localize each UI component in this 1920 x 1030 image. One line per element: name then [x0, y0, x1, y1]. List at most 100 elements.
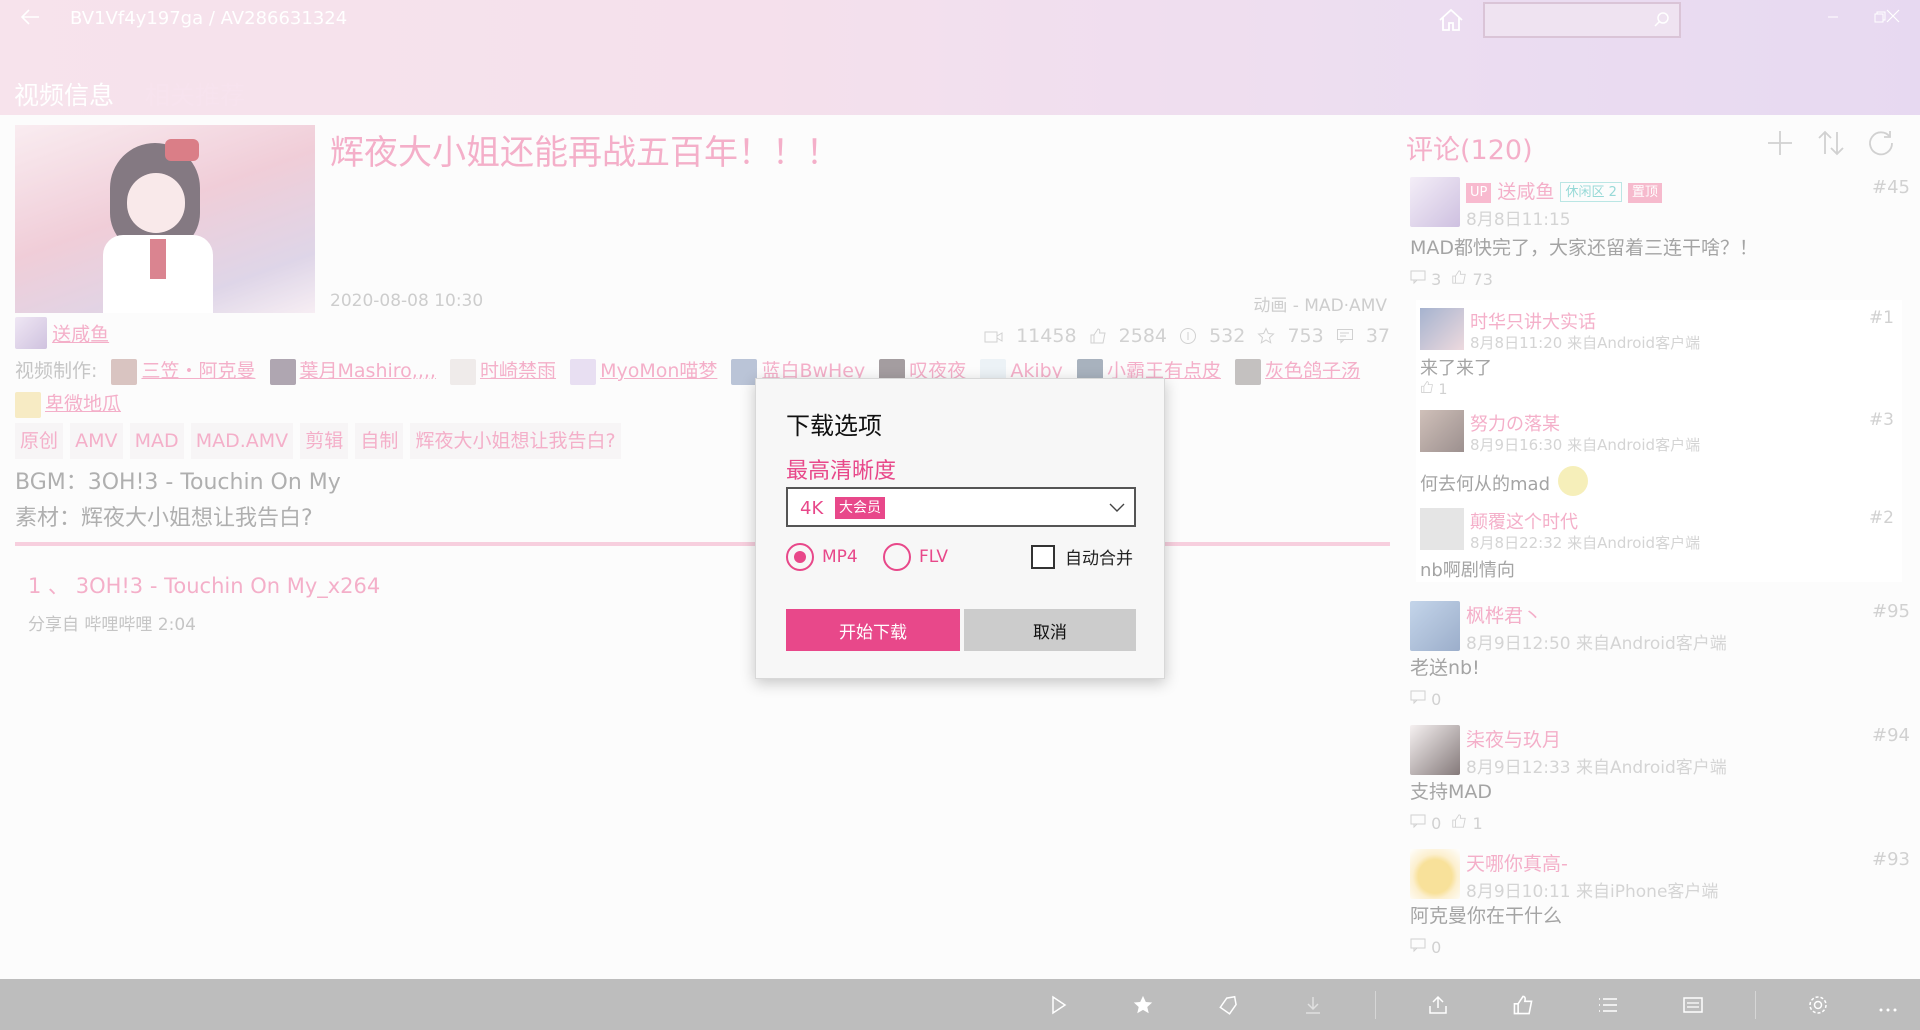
part-title[interactable]: 1 、 3OH!3 - Touchin On My_x264 — [28, 570, 380, 600]
home-button[interactable] — [1436, 6, 1468, 36]
video-category[interactable]: 动画 - MAD·AMV — [1253, 291, 1387, 316]
minimize-button[interactable] — [1810, 4, 1856, 34]
reply-list: 时华只讲大实话 8月8日11:20 来自Android客户端 #1 来了来了 1… — [1416, 300, 1902, 582]
uploader-name[interactable]: 送咸鱼 — [52, 324, 109, 346]
staff-avatar — [731, 358, 758, 385]
tag-chip[interactable]: AMV — [70, 423, 123, 459]
staff-name[interactable]: 时崎禁雨 — [480, 360, 556, 382]
up-badge: UP — [1466, 183, 1492, 203]
settings-button[interactable] — [1800, 987, 1836, 1023]
reply-avatar[interactable] — [1420, 410, 1464, 452]
checkbox-box[interactable] — [1031, 544, 1055, 569]
favorite-button[interactable] — [1125, 987, 1161, 1023]
thumb-up-icon[interactable] — [1451, 813, 1467, 829]
comment-avatar[interactable] — [1410, 601, 1460, 651]
comment-item[interactable]: 天哪你真高- 8月9日10:11 来自iPhone客户端 #93 阿克曼你在干什… — [1410, 849, 1910, 959]
cancel-button[interactable]: 取消 — [964, 609, 1136, 651]
reply-item[interactable]: 时华只讲大实话 8月8日11:20 来自Android客户端 #1 来了来了 1 — [1420, 308, 1898, 398]
comment-avatar[interactable] — [1410, 725, 1460, 775]
quality-dropdown[interactable]: 4K 大会员 — [786, 487, 1136, 527]
reply-item[interactable]: 努力の落某 8月9日16:30 来自Android客户端 #3 何去何从的mad — [1420, 410, 1898, 496]
staff-item[interactable]: 葉月Mashiro,,,, — [269, 355, 436, 388]
radio-label: FLV — [919, 547, 949, 567]
comment-item[interactable]: UP 送咸鱼 休闲区 2 置顶 8月8日11:15 #45 MAD都快完了，大家… — [1410, 177, 1910, 302]
sort-comments-button[interactable] — [1816, 128, 1850, 162]
reply-icon[interactable] — [1410, 689, 1426, 705]
staff-item[interactable]: MyoMon喵梦 — [570, 355, 717, 388]
comment-author[interactable]: 枫桦君丶 — [1466, 601, 1542, 628]
radio-button-unchecked[interactable] — [883, 543, 911, 571]
reply-author[interactable]: 时华只讲大实话 — [1470, 308, 1596, 334]
reply-icon[interactable] — [1410, 813, 1426, 829]
like-button[interactable] — [1505, 987, 1541, 1023]
reply-avatar[interactable] — [1420, 508, 1464, 550]
download-button[interactable] — [1295, 987, 1331, 1023]
comment-item[interactable]: 柒夜与玖月 8月9日12:33 来自Android客户端 #94 支持MAD 0… — [1410, 725, 1910, 835]
comment-time: 8月9日12:33 来自Android客户端 — [1466, 758, 1727, 778]
staff-item[interactable]: 时崎禁雨 — [450, 355, 556, 388]
format-radio-flv[interactable]: FLV — [883, 542, 948, 572]
comment-author[interactable]: 天哪你真高- — [1466, 849, 1568, 876]
reply-avatar[interactable] — [1420, 308, 1464, 350]
close-icon — [1886, 9, 1900, 23]
tag-chip[interactable]: 原创 — [15, 423, 64, 459]
comment-time: 8月8日11:15 — [1466, 210, 1571, 230]
thumb-up-icon[interactable] — [1451, 269, 1467, 285]
tag-chip[interactable]: 辉夜大小姐想让我告白? — [410, 423, 621, 459]
tag-chip[interactable]: MAD.AMV — [190, 423, 294, 459]
radio-button-checked[interactable] — [786, 543, 814, 571]
staff-item[interactable]: 灰色鸽子汤 — [1235, 355, 1360, 388]
reply-icon[interactable] — [1410, 269, 1426, 285]
staff-name[interactable]: 灰色鸽子汤 — [1265, 360, 1360, 382]
comment-time: 8月9日12:50 来自Android客户端 — [1466, 634, 1727, 654]
subtitle-button[interactable] — [1675, 987, 1711, 1023]
star-icon — [1133, 995, 1153, 1014]
auto-merge-checkbox[interactable]: 自动合并 — [1031, 544, 1133, 569]
close-button[interactable] — [1870, 4, 1916, 34]
reply-author[interactable]: 颠覆这个时代 — [1470, 508, 1578, 534]
comment-item[interactable]: 枫桦君丶 8月9日12:50 来自Android客户端 #95 老送nb! 0 — [1410, 601, 1910, 711]
start-download-button[interactable]: 开始下载 — [786, 609, 960, 651]
comment-author[interactable]: UP 送咸鱼 休闲区 2 置顶 — [1466, 177, 1662, 204]
video-part-item[interactable]: 1 、 3OH!3 - Touchin On My_x264 分享自 哔哩哔哩 … — [28, 570, 380, 635]
reply-item[interactable]: 颠覆这个时代 8月8日22:32 来自Android客户端 #2 nb啊剧情向 — [1420, 508, 1898, 581]
thumb-up-icon[interactable] — [1420, 380, 1434, 394]
comment-avatar[interactable] — [1410, 177, 1460, 227]
format-radio-mp4[interactable]: MP4 — [786, 542, 858, 572]
tag-chip[interactable]: 剪辑 — [300, 423, 349, 459]
reply-author[interactable]: 努力の落某 — [1470, 410, 1560, 436]
staff-name[interactable]: 葉月Mashiro,,,, — [300, 360, 436, 382]
tag-chip[interactable]: MAD — [129, 423, 184, 459]
uploader-avatar[interactable] — [15, 317, 47, 349]
search-input[interactable] — [1485, 4, 1645, 36]
add-comment-button[interactable] — [1765, 128, 1799, 162]
like-count: 1 — [1438, 382, 1448, 398]
reply-icon[interactable] — [1410, 937, 1426, 953]
playlist-button[interactable] — [1590, 987, 1626, 1023]
search-icon[interactable] — [1653, 11, 1671, 29]
comment-author[interactable]: 柒夜与玖月 — [1466, 725, 1561, 752]
coin-button[interactable] — [1210, 987, 1246, 1023]
back-button[interactable] — [14, 6, 46, 34]
tab-related[interactable]: 相关推荐 — [145, 76, 245, 112]
share-button[interactable] — [1420, 987, 1456, 1023]
sort-icon — [1818, 130, 1844, 156]
video-cover-image[interactable] — [15, 125, 315, 313]
more-button[interactable] — [1870, 987, 1906, 1023]
staff-name[interactable]: 三笠・阿克曼 — [141, 360, 255, 382]
tag-chip[interactable]: 自制 — [355, 423, 404, 459]
search-box[interactable] — [1483, 2, 1681, 38]
staff-name[interactable]: MyoMon喵梦 — [600, 360, 717, 382]
author-name[interactable]: 送咸鱼 — [1497, 181, 1554, 203]
comment-avatar[interactable] — [1410, 849, 1460, 899]
play-button[interactable] — [1040, 987, 1076, 1023]
play-icon — [1052, 995, 1067, 1015]
part-meta: 分享自 哔哩哔哩 2:04 — [28, 615, 196, 635]
staff-item[interactable]: 三笠・阿克曼 — [111, 355, 255, 388]
uploader-row[interactable]: 送咸鱼 — [15, 317, 109, 351]
staff-name[interactable]: 卑微地瓜 — [45, 393, 121, 415]
refresh-comments-button[interactable] — [1866, 128, 1900, 162]
tab-video-info[interactable]: 视频信息 — [14, 76, 114, 112]
staff-item[interactable]: 卑微地瓜 — [15, 388, 121, 421]
radio-dot — [794, 551, 806, 563]
